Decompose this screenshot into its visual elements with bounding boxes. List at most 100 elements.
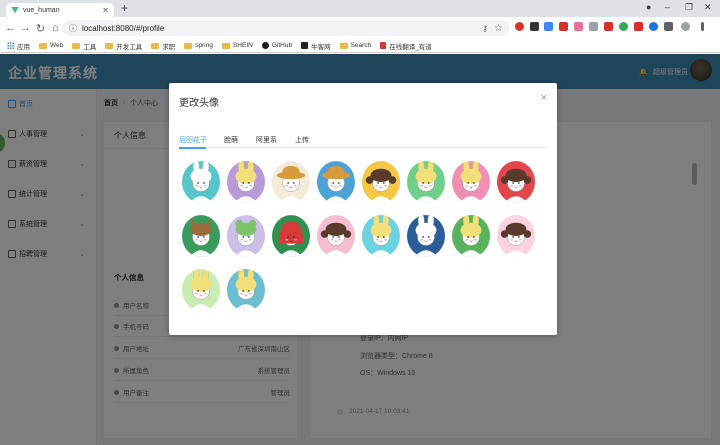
browser-tab[interactable]: vue_human ✕ [6, 3, 114, 17]
profile-icon[interactable]: ● [646, 2, 651, 12]
address-url: localhost:8080/#/profile [82, 23, 165, 33]
avatar-illustration [182, 215, 220, 257]
bookmark-apps[interactable]: 应用 [7, 41, 30, 51]
tab-ali[interactable]: 阿里系 [256, 135, 277, 145]
avatar-illustration [452, 215, 490, 257]
avatar-illustration [182, 269, 220, 311]
avatar-illustration [317, 161, 355, 203]
active-tab-indicator [179, 147, 206, 149]
avatar-option[interactable] [227, 161, 265, 203]
extension-icon[interactable] [544, 22, 553, 31]
extension-icon[interactable] [604, 22, 613, 31]
password-key-icon[interactable]: ⚷ [482, 24, 488, 33]
bookmark-folder[interactable]: spring [184, 42, 213, 49]
bookmarks-bar: 应用 Web 工具 开发工具 求职 spring SHEIN GitHub 牛客… [0, 39, 720, 53]
dialog-title: 更改头像 [179, 98, 219, 109]
avatar-option[interactable] [182, 215, 220, 257]
browser-tab-title: vue_human [23, 6, 60, 14]
folder-icon [72, 42, 81, 49]
back-icon[interactable]: ← [3, 22, 18, 34]
folder-icon [184, 42, 193, 49]
nowcoder-icon [301, 42, 309, 49]
site-info-icon[interactable]: ⓘ [69, 23, 77, 34]
bookmark-github[interactable]: GitHub [261, 42, 292, 49]
bookmark-folder[interactable]: Web [39, 42, 63, 49]
avatar-illustration [407, 161, 445, 203]
minimize-icon[interactable]: – [665, 2, 670, 12]
home-icon[interactable]: ⌂ [48, 22, 63, 34]
tab-houtian[interactable]: 后田花子 [179, 135, 207, 145]
avatar-option[interactable] [182, 161, 220, 203]
address-bar[interactable]: ⓘ localhost:8080/#/profile ⚷ ☆ [62, 20, 510, 36]
tab-lianmeng[interactable]: 脸萌 [224, 135, 238, 145]
avatar-option[interactable] [452, 161, 490, 203]
close-tab-icon[interactable]: ✕ [102, 6, 109, 15]
bookmark-folder[interactable]: SHEIN [221, 42, 253, 49]
avatar-option[interactable] [227, 215, 265, 257]
forward-icon[interactable]: → [18, 22, 33, 34]
avatar-illustration [452, 161, 490, 203]
avatar-option[interactable] [362, 161, 400, 203]
avatar-option[interactable] [227, 269, 265, 311]
avatar-illustration [272, 161, 310, 203]
avatar-option[interactable] [497, 215, 535, 257]
reload-icon[interactable]: ↻ [33, 22, 48, 35]
avatar-illustration [227, 269, 265, 311]
avatar-option[interactable] [362, 215, 400, 257]
avatar-option[interactable] [182, 269, 220, 311]
extensions-puzzle-icon[interactable] [664, 22, 673, 31]
folder-icon [221, 42, 230, 49]
avatar-illustration [497, 215, 535, 257]
folder-icon [151, 42, 160, 49]
more-menu-icon[interactable] [701, 22, 704, 31]
avatar-option[interactable] [272, 215, 310, 257]
avatar-illustration [227, 215, 265, 257]
folder-icon [105, 42, 114, 49]
avatar-illustration [407, 215, 445, 257]
change-avatar-dialog: 更改头像 × 后田花子 脸萌 阿里系 上传 [169, 83, 557, 335]
youdao-icon [380, 42, 387, 49]
avatar-tabs: 后田花子 脸萌 阿里系 上传 [179, 130, 547, 148]
avatar-illustration [497, 161, 535, 203]
extension-icon[interactable] [574, 22, 583, 31]
avatar-illustration [317, 215, 355, 257]
extension-icon[interactable] [634, 22, 643, 31]
apps-icon [7, 42, 14, 49]
bookmark-folder[interactable]: 开发工具 [105, 41, 142, 51]
avatar-option[interactable] [452, 215, 490, 257]
browser-tab-bar: vue_human ✕ + ● – ❐ ✕ [0, 0, 720, 17]
avatar-illustration [362, 215, 400, 257]
folder-icon [339, 42, 348, 49]
bookmark-folder[interactable]: 求职 [151, 41, 175, 51]
avatar-illustration [227, 161, 265, 203]
avatar-option[interactable] [317, 161, 355, 203]
extension-icon[interactable] [559, 22, 568, 31]
tab-upload[interactable]: 上传 [295, 135, 309, 145]
bookmark-folder[interactable]: Search [339, 42, 371, 49]
folder-icon [39, 42, 47, 49]
avatar-option[interactable] [317, 215, 355, 257]
avatar-illustration [362, 161, 400, 203]
avatar-option[interactable] [272, 161, 310, 203]
close-window-icon[interactable]: ✕ [704, 2, 712, 13]
extension-icon[interactable] [589, 22, 598, 31]
bookmark-folder[interactable]: 工具 [72, 41, 96, 51]
maximize-icon[interactable]: ❐ [685, 2, 693, 13]
vue-logo-icon [11, 6, 19, 14]
close-icon[interactable]: × [541, 92, 547, 104]
extension-icon[interactable] [530, 22, 539, 31]
avatar-option[interactable] [407, 161, 445, 203]
avatar-illustration [272, 215, 310, 257]
extension-icon[interactable] [515, 22, 524, 31]
bookmark-star-icon[interactable]: ☆ [494, 23, 503, 34]
bookmark-youdao[interactable]: 在线翻译_有道 [380, 41, 432, 51]
bookmark-nowcoder[interactable]: 牛客网 [301, 41, 331, 51]
avatar-option[interactable] [497, 161, 535, 203]
avatar-option[interactable] [407, 215, 445, 257]
extension-icon[interactable] [619, 22, 628, 31]
account-icon[interactable] [681, 22, 690, 31]
new-tab-icon[interactable]: + [121, 1, 128, 15]
avatar-illustration [182, 161, 220, 203]
github-icon [261, 42, 269, 49]
extension-icon[interactable] [649, 22, 658, 31]
